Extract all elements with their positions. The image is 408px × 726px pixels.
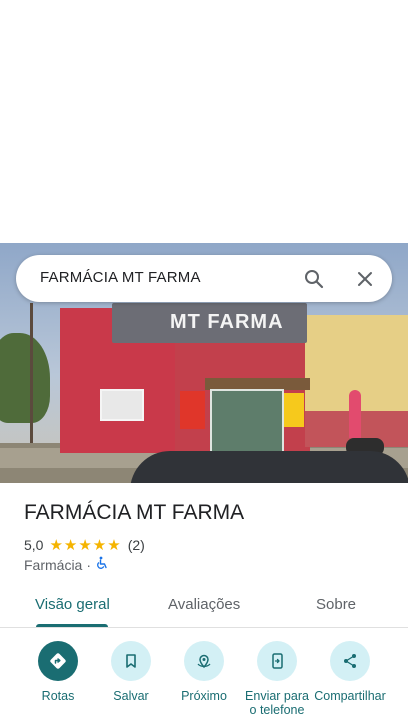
photo-window — [100, 389, 144, 421]
rating-stars: ★★★★★ — [49, 537, 122, 554]
rating-row[interactable]: 5,0 ★★★★★ (2) — [24, 536, 145, 554]
photo-poster-yellow — [284, 393, 304, 427]
share-icon — [330, 641, 370, 681]
directions-icon — [38, 641, 78, 681]
review-count[interactable]: (2) — [128, 537, 145, 553]
nearby-label: Próximo — [181, 689, 227, 703]
tab-overview[interactable]: Visão geral — [35, 596, 110, 613]
photo-pole — [30, 303, 33, 453]
search-bar[interactable]: FARMÁCIA MT FARMA — [16, 255, 392, 302]
photo-door — [210, 389, 284, 453]
map-blank-area — [0, 0, 408, 243]
photo-car-roof — [130, 451, 408, 483]
send-to-phone-button[interactable]: Enviar para o telefone — [237, 641, 317, 717]
directions-button[interactable]: Rotas — [18, 641, 98, 703]
directions-label: Rotas — [41, 689, 75, 703]
nearby-button[interactable]: Próximo — [164, 641, 244, 703]
category-row: Farmácia · — [24, 556, 109, 573]
search-icon[interactable] — [302, 267, 326, 291]
save-label: Salvar — [113, 689, 149, 703]
wheelchair-icon — [95, 556, 109, 573]
tab-active-indicator — [36, 624, 108, 627]
send-to-phone-label: Enviar para o telefone — [245, 689, 309, 717]
photo-poster-red — [180, 391, 205, 429]
send-to-phone-icon — [257, 641, 297, 681]
tab-reviews[interactable]: Avaliações — [168, 596, 240, 613]
tab-about[interactable]: Sobre — [316, 596, 356, 613]
nearby-icon — [184, 641, 224, 681]
place-category: Farmácia — [24, 556, 83, 573]
tab-bar: Visão geral Avaliações Sobre — [0, 585, 408, 628]
bookmark-icon — [111, 641, 151, 681]
place-title: FARMÁCIA MT FARMA — [24, 501, 245, 524]
close-icon[interactable] — [353, 267, 377, 291]
photo-store-sign-text: MT FARMA — [170, 311, 284, 333]
save-button[interactable]: Salvar — [91, 641, 171, 703]
search-query[interactable]: FARMÁCIA MT FARMA — [40, 269, 201, 286]
category-separator: · — [86, 556, 92, 573]
photo-banner — [349, 390, 361, 438]
share-button[interactable]: Compartilhar — [310, 641, 390, 703]
rating-value: 5,0 — [24, 537, 44, 553]
share-label: Compartilhar — [314, 689, 386, 703]
